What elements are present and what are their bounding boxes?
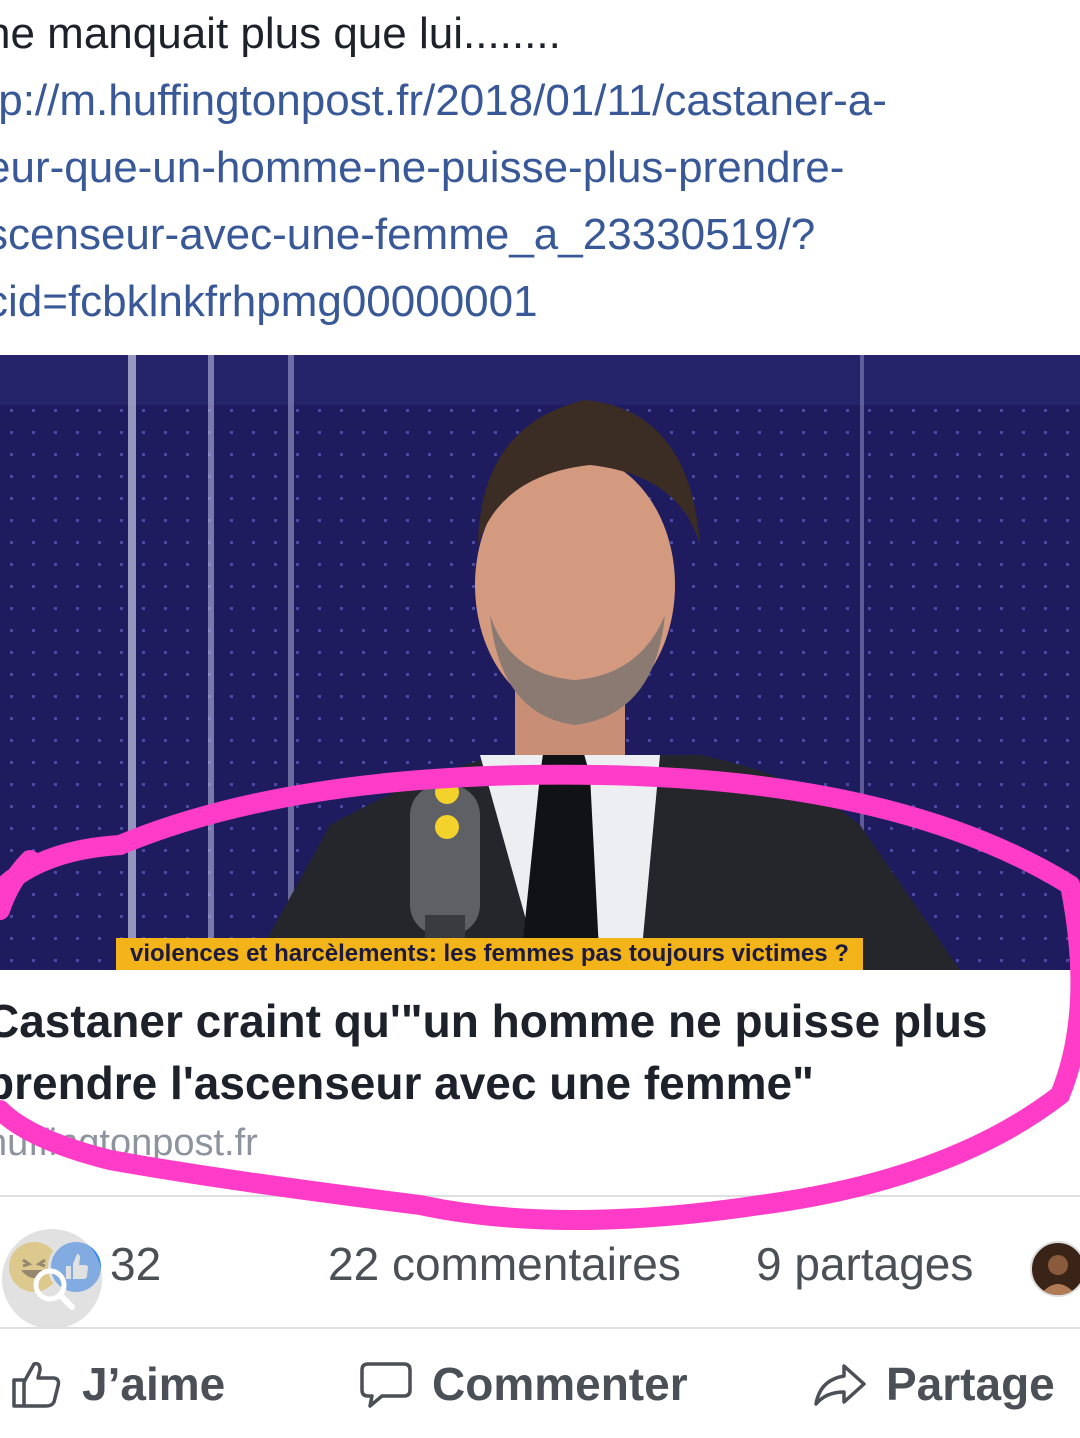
link-preview-card[interactable]: violences et harcèlements: les femmes pa… (0, 355, 1080, 1197)
share-button[interactable]: Partage (812, 1329, 1055, 1438)
comment-bubble-icon (360, 1361, 412, 1408)
headline-line-2: prendre l'ascenseur avec une femme" (0, 1057, 814, 1109)
reaction-count[interactable]: 32 (110, 1237, 161, 1291)
like-label: J’aime (82, 1357, 226, 1410)
source-domain: huffingtonpost.fr (0, 1122, 258, 1164)
post-link-line-2[interactable]: eur-que-un-homme-ne-puisse-plus-prendre- (0, 134, 1080, 201)
like-button[interactable]: J’aime (8, 1329, 225, 1438)
headline-line-1: Castaner craint qu'"un homme ne puisse p… (0, 995, 988, 1047)
post-link-line-4[interactable]: cid=fcbklnkfrhpmg00000001 (0, 268, 1080, 335)
post-link-line-3[interactable]: scenseur-avec-une-femme_a_23330519/? (0, 201, 1080, 268)
zoom-magnifier-icon[interactable] (2, 1229, 102, 1329)
article-headline[interactable]: Castaner craint qu'"un homme ne puisse p… (0, 990, 1080, 1114)
post-caption: ne manquait plus que lui........ (0, 9, 561, 58)
avatar[interactable] (1030, 1241, 1080, 1297)
news-ticker: violences et harcèlements: les femmes pa… (116, 938, 863, 970)
post-text: ne manquait plus que lui........ tp://m.… (0, 0, 1080, 335)
article-thumbnail[interactable]: violences et harcèlements: les femmes pa… (0, 355, 1080, 970)
post-stats: 32 22 commentaires 9 partages (0, 1215, 1080, 1329)
card-caption[interactable]: Castaner craint qu'"un homme ne puisse p… (0, 970, 1080, 1197)
thumbnail-image (0, 355, 1080, 970)
comment-button[interactable]: Commenter (358, 1329, 688, 1438)
action-bar: J’aime Commenter Partage (0, 1329, 1080, 1438)
post-link-line-1[interactable]: tp://m.huffingtonpost.fr/2018/01/11/cast… (0, 67, 1080, 134)
share-arrow-icon (814, 1363, 866, 1406)
shares-count[interactable]: 9 partages (756, 1237, 973, 1291)
comment-label: Commenter (432, 1357, 688, 1410)
comments-count[interactable]: 22 commentaires (328, 1237, 681, 1291)
thumbs-up-icon (12, 1361, 61, 1408)
share-label: Partage (886, 1357, 1055, 1410)
